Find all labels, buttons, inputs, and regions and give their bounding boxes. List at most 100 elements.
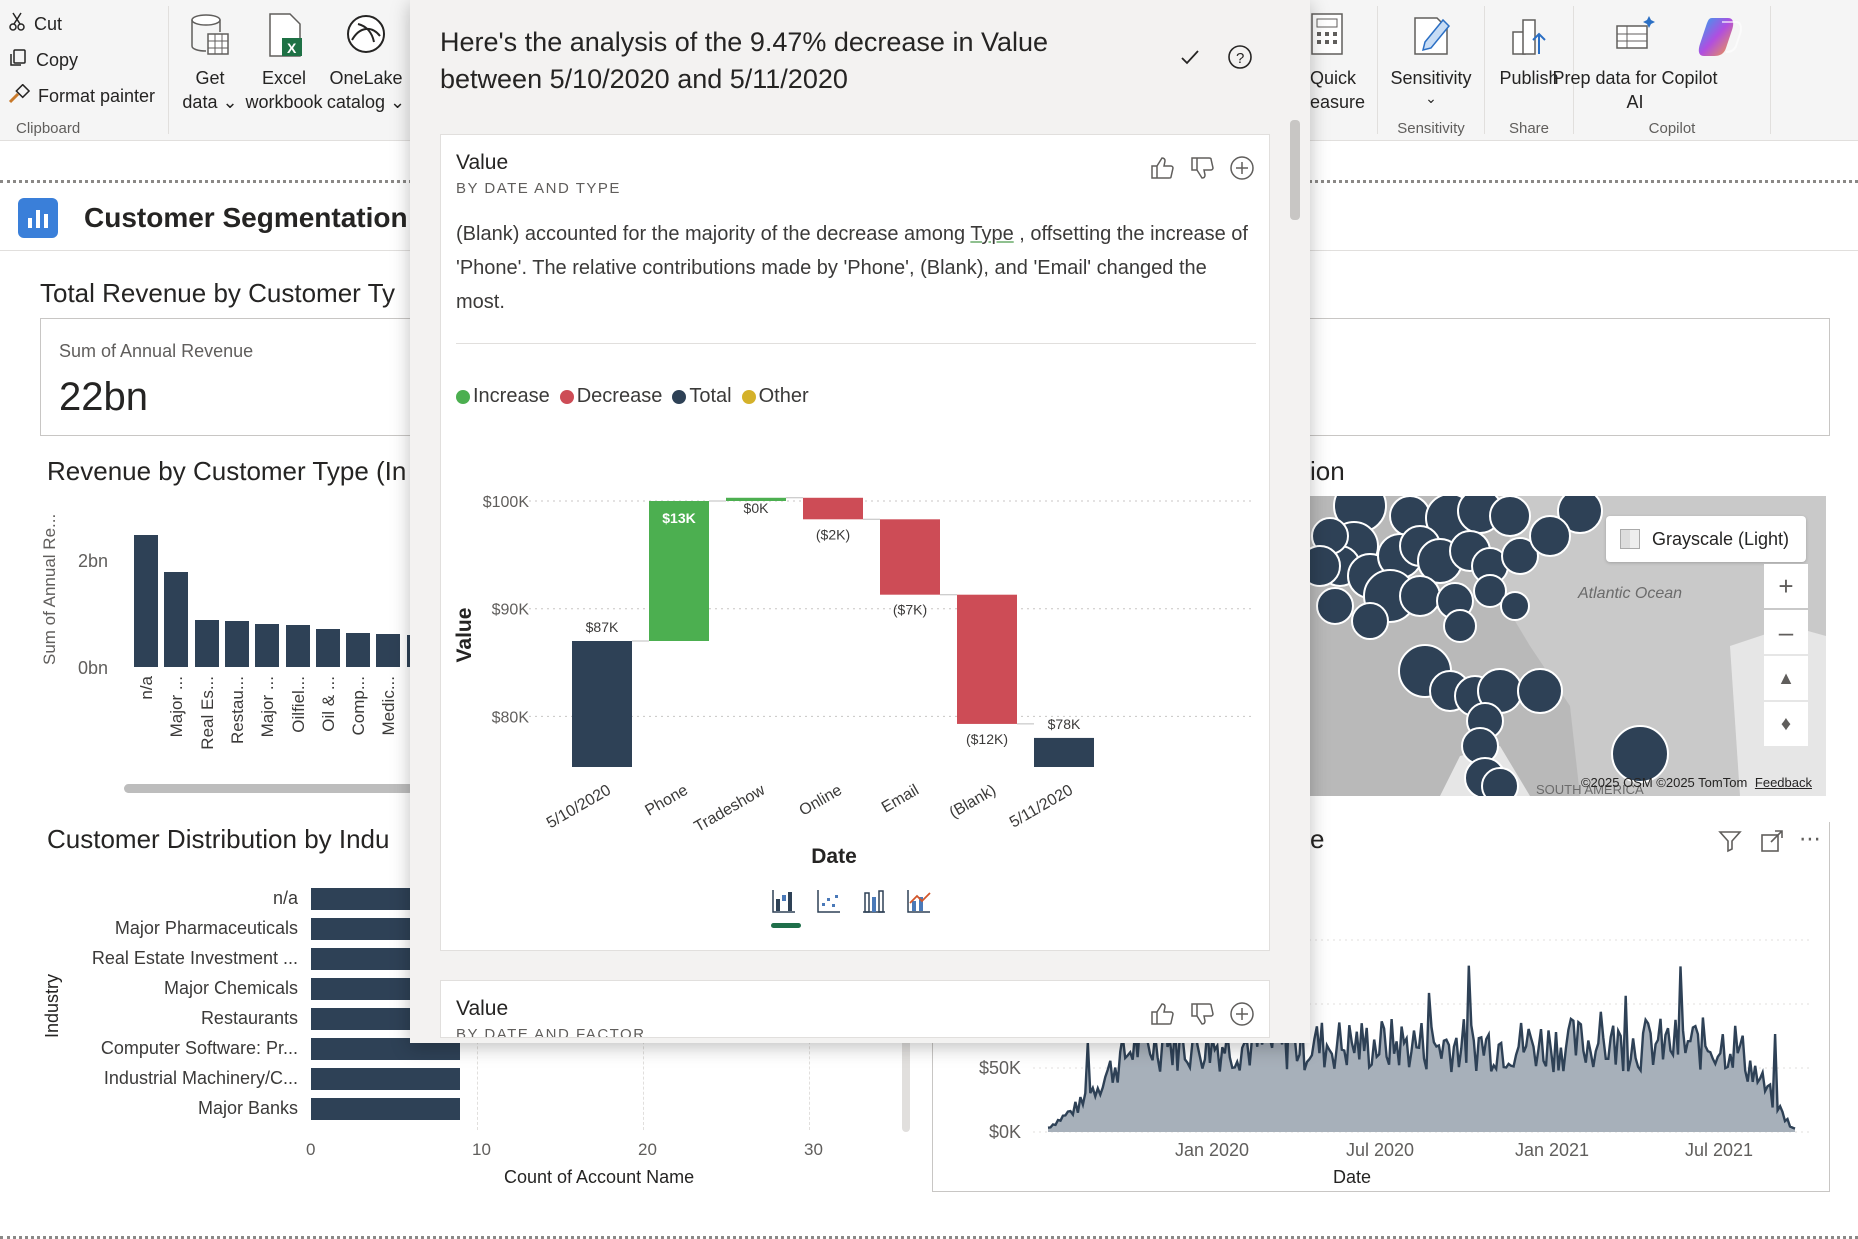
excel-label-1: Excel [261,68,306,88]
help-button[interactable]: ? [1225,44,1255,74]
card-subtitle: BY DATE AND TYPE [456,180,621,197]
onelake-catalog-button[interactable]: OneLake catalog ⌄ [326,12,406,114]
customer-map[interactable]: Atlantic Ocean SOUTH AMERICA Grayscale (… [1310,496,1826,796]
rev-column[interactable] [134,534,158,667]
map-bubble[interactable] [1529,515,1571,557]
map-bubble[interactable] [1481,767,1519,796]
waterfall-bar[interactable] [803,497,863,520]
column-tab-icon[interactable] [858,885,889,916]
rev-by-type-title: Revenue by Customer Type (In [47,456,407,486]
rev-column[interactable] [255,623,280,667]
dist-category-label: Industrial Machinery/C... [103,1068,298,1088]
rev-column[interactable] [194,620,219,667]
add-to-report-icon[interactable] [1229,1001,1255,1027]
map-bubble[interactable] [1517,668,1563,714]
rev-category-label: Comp... [349,676,369,736]
thumbs-up-icon[interactable] [1149,1001,1175,1027]
legend-item[interactable]: Increase [456,385,550,408]
rev-category-label: Oilfiel... [288,676,308,733]
share-group-label: Share [1508,120,1550,137]
map-bubble[interactable] [1310,545,1341,587]
legend-item[interactable]: Total [672,385,732,408]
waterfall-category-label: 5/10/2020 [544,782,614,832]
card-title: Value [456,997,509,1020]
map-bubble[interactable] [1489,496,1531,537]
prep-data-copilot-button[interactable]: Prep data for Copilot AI [1552,12,1718,114]
card-label: Sum of Annual Revenue [59,341,254,361]
copy-button[interactable]: Copy [8,48,78,73]
map-bubble[interactable] [1399,575,1441,617]
map-bubble[interactable] [1443,609,1477,643]
map-bubble[interactable] [1351,602,1389,640]
feedback-link[interactable]: Feedback [1755,775,1812,790]
dist-tick-label: 10 [472,1140,491,1159]
map-title: ion [1310,456,1345,486]
copilot-scrollbar[interactable] [1290,120,1300,220]
compass-button[interactable]: ♦ [1764,702,1808,746]
legend-item[interactable]: Other [741,385,809,408]
waterfall-bar[interactable] [572,641,632,767]
line-ytick-0k: $0K [989,1122,1022,1142]
format-painter-button[interactable]: Format painter [8,83,155,109]
rev-column[interactable] [224,621,249,667]
cut-label: Cut [34,14,63,34]
cut-button[interactable]: Cut [8,12,62,37]
attribution-text: ©2025 OSM ©2025 TomTom [1580,775,1748,790]
quick-measure-button[interactable]: Quick easure [1310,12,1366,114]
onelake-label-1: OneLake [329,68,403,88]
accept-button[interactable] [1175,44,1205,74]
excel-label-2: workbook [245,92,323,112]
rev-by-type-ylabel: Sum of Annual Re... [40,513,59,665]
rev-tick-0bn: 0bn [78,658,109,678]
thumbs-up-icon[interactable] [1149,155,1175,181]
scatter-tab-icon[interactable] [813,885,844,916]
get-data-button[interactable]: Get data ⌄ [180,12,240,114]
sensitivity-button[interactable]: Sensitivity ⌄ [1378,12,1484,106]
copilot-icon[interactable] [1698,12,1746,65]
dist-category-label: Major Pharmaceuticals [114,918,298,938]
copy-label: Copy [36,50,79,70]
report-title: Customer Segmentation A [84,202,435,233]
waterfall-data-label: $78K [1048,716,1081,732]
waterfall-data-label: ($7K) [893,602,927,618]
dist-bar[interactable] [311,1068,461,1090]
waterfall-tab-icon[interactable] [768,885,799,916]
rev-column[interactable] [285,624,310,667]
rev-column[interactable] [376,634,401,667]
line-xtick-jul-2020: Jul 2020 [1346,1140,1415,1160]
waterfall-category-label: Phone [642,782,691,820]
combo-tab-icon[interactable] [903,885,934,916]
dist-xlabel: Count of Account Name [504,1167,695,1187]
dist-bar[interactable] [311,1098,461,1120]
copilot-group-label: Copilot [1648,120,1696,137]
excel-icon: X [264,12,304,66]
legend-item[interactable]: Decrease [559,385,662,408]
map-bubble[interactable] [1611,725,1669,783]
rev-column[interactable] [315,628,340,667]
thumbs-down-icon[interactable] [1189,1001,1215,1027]
paintbrush-icon [8,83,31,109]
rev-column[interactable] [346,633,371,667]
zoom-out-button[interactable]: – [1764,610,1808,654]
help-icon: ? [1227,44,1253,75]
rev-column[interactable] [164,571,189,667]
tilt-button[interactable]: ▲ [1764,656,1808,700]
legend-label: Increase [473,385,550,407]
add-to-report-icon[interactable] [1229,155,1255,181]
calculator-icon [1310,12,1346,66]
narrative-part: (Blank) accounted for the majority of th… [456,223,971,245]
waterfall-bar[interactable] [957,594,1017,724]
map-bubble[interactable] [1500,591,1530,621]
line-xtick-jan-2021: Jan 2021 [1515,1140,1590,1160]
zoom-in-button[interactable]: + [1764,564,1808,608]
dist-tick-label: 0 [306,1140,316,1159]
waterfall-bar[interactable] [1034,737,1094,767]
rev-scrollbar[interactable] [124,784,414,793]
map-bubble[interactable] [1316,587,1354,625]
waterfall-bar[interactable] [880,519,940,595]
excel-workbook-button[interactable]: X Excel workbook [244,12,324,114]
dist-tick-label: 30 [804,1140,823,1159]
thumbs-down-icon[interactable] [1189,155,1215,181]
map-attribution: ©2025 OSM ©2025 TomTom Feedback [1581,775,1812,790]
map-style-picker[interactable]: Grayscale (Light) [1606,516,1806,562]
